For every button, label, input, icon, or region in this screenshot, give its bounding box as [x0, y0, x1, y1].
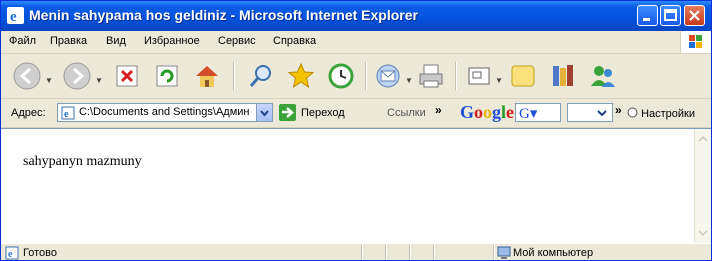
edit-icon[interactable] — [463, 60, 495, 92]
ie-logo-icon: e — [7, 7, 24, 24]
page-body-text: sahypanyn mazmuny — [23, 154, 142, 169]
stop-icon[interactable] — [111, 60, 143, 92]
svg-text:e: e — [8, 249, 13, 260]
page-icon: e — [5, 246, 19, 260]
windows-flag-icon — [680, 31, 711, 53]
google-chevron-icon[interactable]: » — [615, 103, 622, 117]
menu-view[interactable]: Вид — [106, 35, 126, 47]
menu-favorites[interactable]: Избранное — [144, 35, 200, 47]
mail-dropdown-icon[interactable]: ▼ — [405, 76, 413, 85]
discuss-icon[interactable] — [507, 60, 539, 92]
address-bar: Адрес: e C:\Documents and Settings\Админ… — [1, 99, 711, 128]
forward-icon[interactable] — [61, 60, 93, 92]
favorites-icon[interactable] — [285, 60, 317, 92]
status-divider — [361, 245, 363, 260]
search-icon[interactable] — [245, 60, 277, 92]
page-content: sahypanyn mazmuny — [1, 128, 711, 243]
status-bar: e Готово Мой компьютер — [1, 243, 711, 260]
back-icon[interactable] — [11, 60, 43, 92]
google-search-field[interactable] — [567, 103, 613, 122]
settings-label: Настройки — [641, 108, 695, 120]
home-icon[interactable] — [191, 60, 223, 92]
standard-toolbar: ▼ ▼ ▼ ▼ — [1, 54, 711, 99]
edit-dropdown-icon[interactable]: ▼ — [495, 76, 503, 85]
status-divider — [493, 245, 495, 260]
close-button[interactable] — [684, 5, 705, 26]
svg-text:e: e — [64, 109, 69, 120]
messenger-icon[interactable] — [587, 60, 619, 92]
page-icon: e — [61, 106, 75, 120]
address-value[interactable]: C:\Documents and Settings\Админис — [79, 106, 249, 118]
menu-bar: Файл Правка Вид Избранное Сервис Справка — [1, 31, 711, 54]
toolbar-separator — [365, 62, 367, 90]
status-divider — [385, 245, 387, 260]
status-text: Готово — [23, 247, 57, 259]
menu-help[interactable]: Справка — [273, 35, 316, 47]
browser-window: e Menin sahypama hos geldiniz - Microsof… — [0, 0, 712, 261]
links-button[interactable]: Ссылки — [387, 107, 426, 119]
minimize-button[interactable] — [637, 5, 658, 26]
settings-button[interactable]: Настройки — [627, 107, 695, 120]
go-arrow-icon[interactable] — [279, 104, 296, 121]
menu-edit[interactable]: Правка — [50, 35, 87, 47]
svg-text:e: e — [10, 9, 17, 24]
history-icon[interactable] — [325, 60, 357, 92]
my-computer-icon — [497, 246, 511, 259]
security-zone: Мой компьютер — [513, 247, 594, 259]
window-title: Menin sahypama hos geldiniz - Microsoft … — [29, 7, 418, 23]
refresh-icon[interactable] — [151, 60, 183, 92]
google-logo: Google — [460, 102, 515, 122]
research-icon[interactable] — [547, 60, 579, 92]
toolbar-separator — [233, 62, 235, 90]
status-divider — [433, 245, 435, 260]
address-input[interactable]: e C:\Documents and Settings\Админис — [57, 103, 273, 122]
maximize-button[interactable] — [660, 5, 681, 26]
mail-icon[interactable] — [373, 60, 405, 92]
title-bar[interactable]: e Menin sahypama hos geldiniz - Microsof… — [1, 1, 711, 31]
google-g-label: G▾ — [519, 106, 538, 122]
status-divider — [409, 245, 411, 260]
menu-tools[interactable]: Сервис — [218, 35, 256, 47]
address-label: Адрес: — [11, 107, 46, 119]
address-dropdown-icon[interactable] — [256, 104, 272, 121]
toolbar-separator — [455, 62, 457, 90]
links-chevron-icon[interactable]: » — [435, 103, 442, 117]
go-button[interactable]: Переход — [301, 107, 345, 119]
vertical-scrollbar[interactable] — [694, 129, 711, 243]
print-icon[interactable] — [415, 60, 447, 92]
radio-icon — [627, 107, 638, 118]
forward-dropdown-icon[interactable]: ▼ — [95, 76, 103, 85]
menu-file[interactable]: Файл — [9, 35, 36, 47]
google-search-button[interactable]: G▾ — [515, 103, 561, 122]
back-dropdown-icon[interactable]: ▼ — [45, 76, 53, 85]
